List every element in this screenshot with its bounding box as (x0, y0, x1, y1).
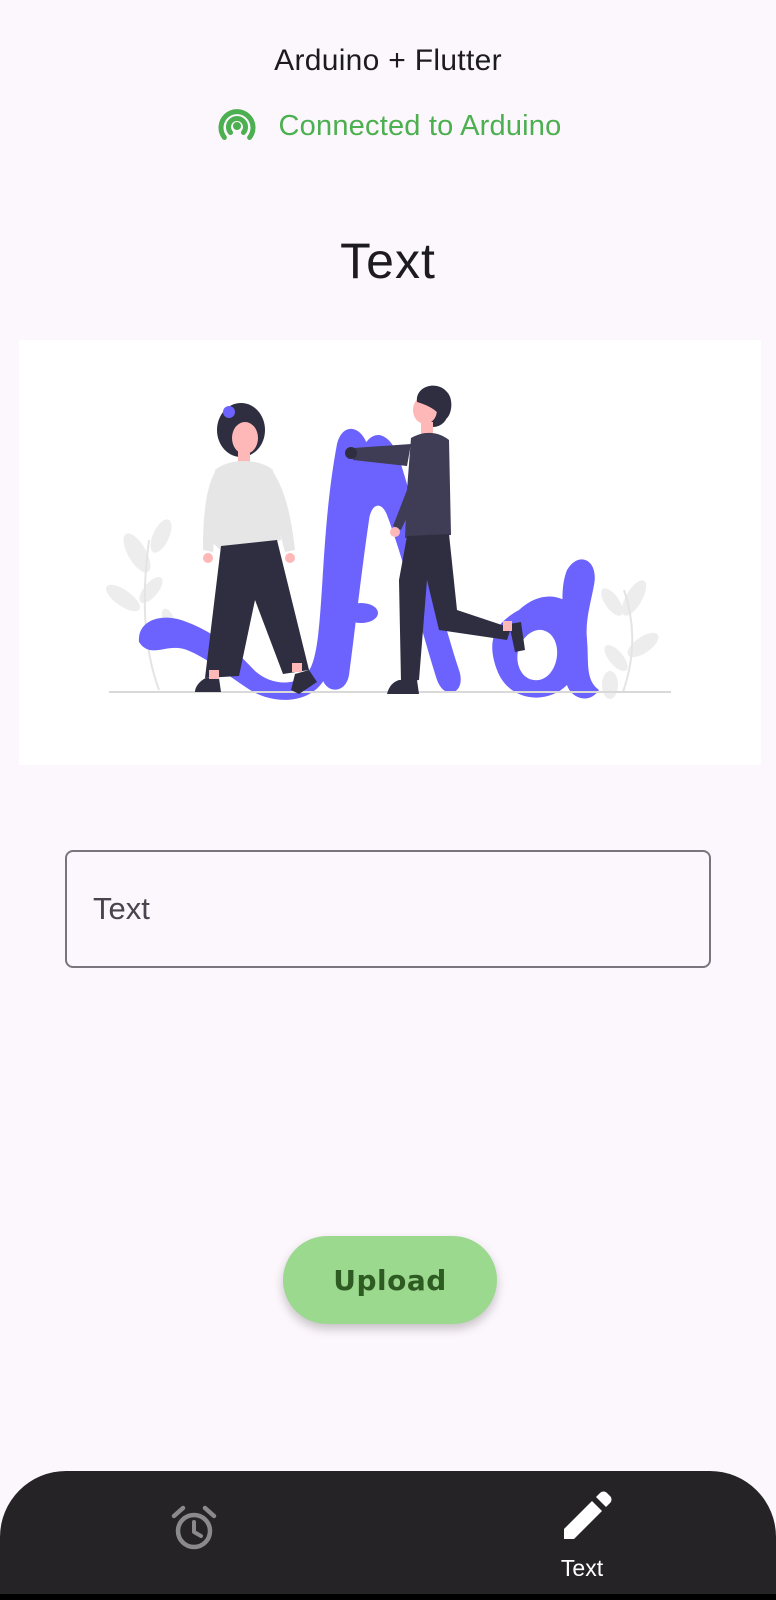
signal-broadcast-icon (215, 104, 259, 148)
pencil-icon (558, 1491, 612, 1545)
nav-item-alarm[interactable] (0, 1471, 388, 1600)
status-text: Connected to Arduino (278, 109, 562, 142)
connection-status: Connected to Arduino (0, 104, 776, 148)
upload-button[interactable]: Upload (283, 1236, 497, 1324)
nav-item-label: Text (560, 1555, 604, 1581)
system-bar (0, 1594, 776, 1600)
nav-item-text[interactable]: Text (388, 1471, 776, 1600)
page-title: Text (340, 233, 436, 289)
alarm-icon (170, 1504, 218, 1552)
typography-illustration (19, 340, 761, 765)
app-title: Arduino + Flutter (274, 44, 502, 77)
bottom-navigation-bar: Text (0, 1471, 776, 1600)
text-input[interactable] (65, 850, 711, 968)
